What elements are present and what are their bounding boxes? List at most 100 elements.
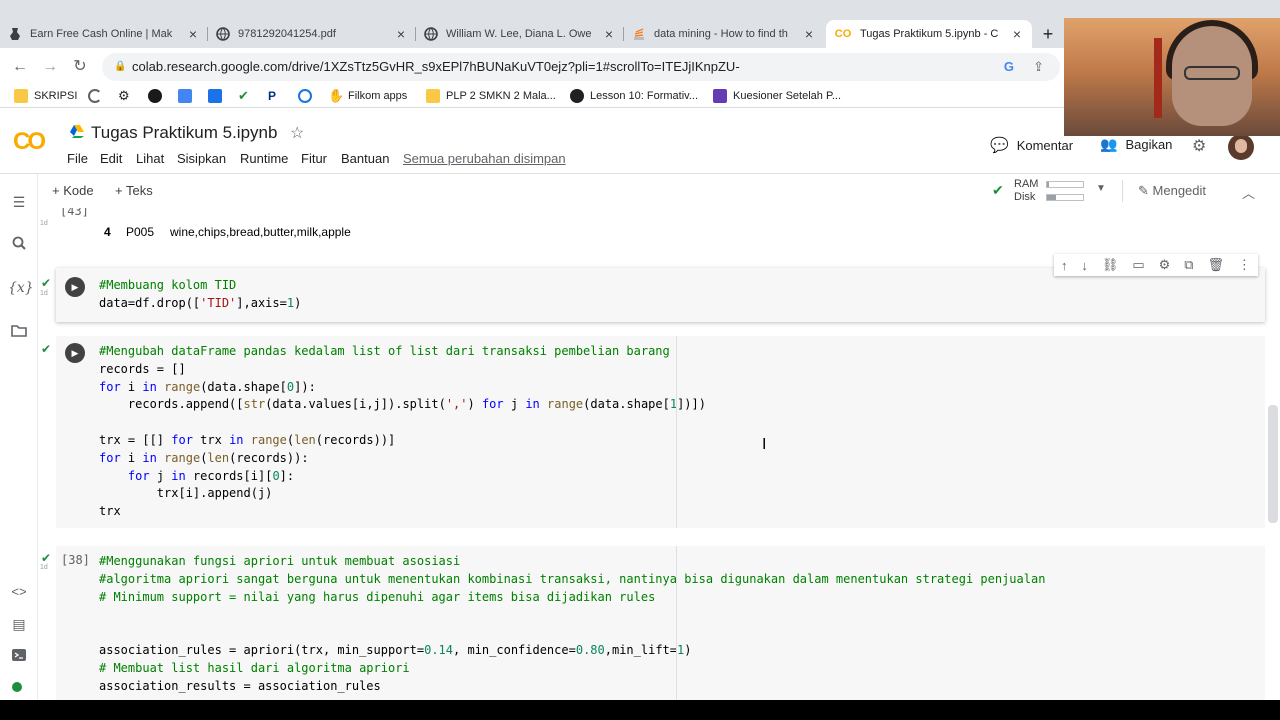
scrollbar[interactable] (1268, 405, 1278, 523)
globe-icon (570, 89, 584, 103)
cell-success-check-icon: ✔ (41, 551, 52, 565)
comment-button[interactable]: 💬 Komentar (990, 136, 1073, 154)
code-snippets-icon[interactable]: <> (8, 584, 30, 599)
add-code-button[interactable]: + Kode (52, 183, 94, 198)
close-icon[interactable]: × (186, 26, 200, 42)
stack-icon (632, 27, 646, 41)
code-editor[interactable]: #Mengubah dataFrame pandas kedalam list … (99, 343, 706, 521)
forward-arrow-icon[interactable]: → (38, 55, 62, 79)
collapse-chevron-up-icon[interactable]: ︿ (1242, 183, 1255, 202)
exec-time: 1d (40, 220, 48, 227)
exec-time: 1d (40, 290, 48, 297)
close-icon[interactable]: × (802, 26, 816, 42)
tab-data-mining[interactable]: data mining - How to find th × (624, 20, 824, 48)
bookmark-translate[interactable] (178, 89, 198, 103)
terminal-icon[interactable] (8, 648, 30, 665)
save-status[interactable]: Semua perubahan disimpan (403, 151, 566, 166)
shield-icon (148, 89, 162, 103)
bookmark-label: Lesson 10: Formativ... (590, 90, 699, 102)
bookmark-kuesioner[interactable]: Kuesioner Setelah P... (713, 89, 841, 103)
command-palette-icon[interactable]: ▤ (8, 616, 30, 633)
variables-icon[interactable]: {x} (8, 280, 34, 296)
ram-label: RAM (1014, 178, 1039, 190)
tab-william-lee[interactable]: William W. Lee, Diana L. Owe × (416, 20, 624, 48)
bookmark-plp[interactable]: PLP 2 SMKN 2 Mala... (426, 89, 556, 103)
url-text: colab.research.google.com/drive/1XZsTtz5… (132, 59, 740, 74)
move-down-arrow-icon[interactable]: ↓ (1081, 258, 1088, 273)
output-table-row: 4 P005 wine,chips,bread,butter,milk,appl… (104, 225, 351, 239)
table-of-contents-icon[interactable]: ☰ (8, 194, 30, 211)
resource-monitor[interactable]: RAM Disk (1014, 178, 1084, 204)
gear-icon[interactable]: ⚙ (1159, 257, 1171, 273)
link-icon[interactable]: ⛓ (1102, 257, 1119, 273)
colab-logo[interactable]: CO (13, 128, 46, 156)
reload-icon[interactable]: ↻ (68, 55, 92, 79)
bookmark-settings[interactable]: ⚙ (118, 89, 138, 103)
editing-mode-button[interactable]: ✎ Mengedit (1138, 183, 1206, 199)
cell-toolbar: ↑ ↓ ⛓ ▭ ⚙ ⧉ 🗑 ⋮ (1054, 254, 1258, 276)
share-button[interactable]: 👥 Bagikan (1100, 136, 1172, 153)
close-icon[interactable]: × (1010, 26, 1024, 42)
menu-runtime[interactable]: Runtime (240, 151, 288, 166)
add-text-button[interactable]: + Teks (115, 183, 153, 198)
star-icon[interactable]: ☆ (290, 123, 304, 143)
tab-earn-free-cash[interactable]: Earn Free Cash Online | Mak × (0, 20, 208, 48)
trash-icon[interactable]: 🗑 (1207, 257, 1224, 273)
gear-icon: ⚙ (118, 88, 130, 103)
notebook-area: [43] 1d 4 P005 wine,chips,bread,butter,m… (38, 208, 1280, 700)
bookmark-paypal[interactable]: P (268, 89, 288, 103)
menu-insert[interactable]: Sisipkan (177, 151, 226, 166)
code-cell-drop-tid[interactable]: ▶ #Membuang kolom TID data=df.drop(['TID… (56, 268, 1265, 322)
tab-label: data mining - How to find th (654, 28, 788, 40)
menu-view[interactable]: Lihat (136, 151, 164, 166)
back-arrow-icon[interactable]: ← (8, 55, 32, 79)
folder-icon (426, 89, 440, 103)
tab-colab-active[interactable]: CO Tugas Praktikum 5.ipynb - C × (826, 20, 1032, 48)
execution-count: [43] (60, 208, 89, 218)
bookmark-filkom[interactable]: ✋ Filkom apps (328, 89, 407, 103)
bookmark-label: SKRIPSI (34, 90, 78, 102)
google-g-icon[interactable]: G (1004, 53, 1014, 81)
bookmark-timer[interactable] (298, 89, 318, 103)
run-cell-button[interactable]: ▶ (65, 277, 85, 297)
folder-icon[interactable] (8, 324, 30, 340)
comment-icon[interactable]: ▭ (1132, 257, 1144, 273)
bookmark-loading[interactable] (88, 89, 108, 103)
code-editor[interactable]: #Membuang kolom TID data=df.drop(['TID']… (99, 277, 301, 313)
screen: Earn Free Cash Online | Mak × 9781292041… (0, 0, 1280, 700)
bookmark-app[interactable] (208, 89, 228, 103)
code-editor[interactable]: #Menggunakan fungsi apriori untuk membua… (99, 553, 1045, 695)
bookmark-skripsi[interactable]: SKRIPSI (14, 89, 77, 103)
close-icon[interactable]: × (602, 26, 616, 42)
new-tab-plus-icon[interactable]: + (1036, 20, 1060, 48)
menu-tools[interactable]: Fitur (301, 151, 327, 166)
search-icon[interactable] (8, 236, 30, 253)
row-tid: P005 (126, 225, 155, 239)
url-field[interactable]: 🔒 colab.research.google.com/drive/1XZsTt… (102, 53, 1060, 81)
mirror-cell-icon[interactable]: ⧉ (1184, 257, 1193, 273)
settings-gear-icon[interactable]: ⚙ (1192, 136, 1206, 156)
notebook-title[interactable]: Tugas Praktikum 5.ipynb (91, 123, 277, 143)
drive-icon (70, 125, 84, 138)
menu-file[interactable]: File (67, 151, 88, 166)
tab-pdf[interactable]: 9781292041254.pdf × (208, 20, 416, 48)
pencil-icon: ✎ (1138, 183, 1149, 198)
dropdown-arrow-icon[interactable]: ▼ (1096, 183, 1106, 194)
menu-help[interactable]: Bantuan (341, 151, 389, 166)
forms-icon (713, 89, 727, 103)
hand-icon: ✋ (328, 88, 345, 103)
bookmark-lesson[interactable]: Lesson 10: Formativ... (570, 89, 698, 103)
code-cell-apriori[interactable]: [38] #Menggunakan fungsi apriori untuk m… (56, 546, 1265, 700)
disk-bar-fill (1047, 195, 1056, 200)
ruler-line (676, 546, 677, 700)
run-cell-button[interactable]: ▶ (65, 343, 85, 363)
close-icon[interactable]: × (394, 26, 408, 42)
bookmark-check[interactable]: ✔ (238, 89, 258, 103)
menu-edit[interactable]: Edit (100, 151, 122, 166)
move-up-arrow-icon[interactable]: ↑ (1061, 258, 1068, 273)
bookmark-shield[interactable] (148, 89, 168, 103)
share-page-icon[interactable]: ⇪ (1033, 53, 1044, 81)
code-cell-records[interactable]: ▶ #Mengubah dataFrame pandas kedalam lis… (56, 336, 1265, 528)
avatar[interactable] (1228, 134, 1254, 160)
more-vert-icon[interactable]: ⋮ (1238, 257, 1251, 273)
